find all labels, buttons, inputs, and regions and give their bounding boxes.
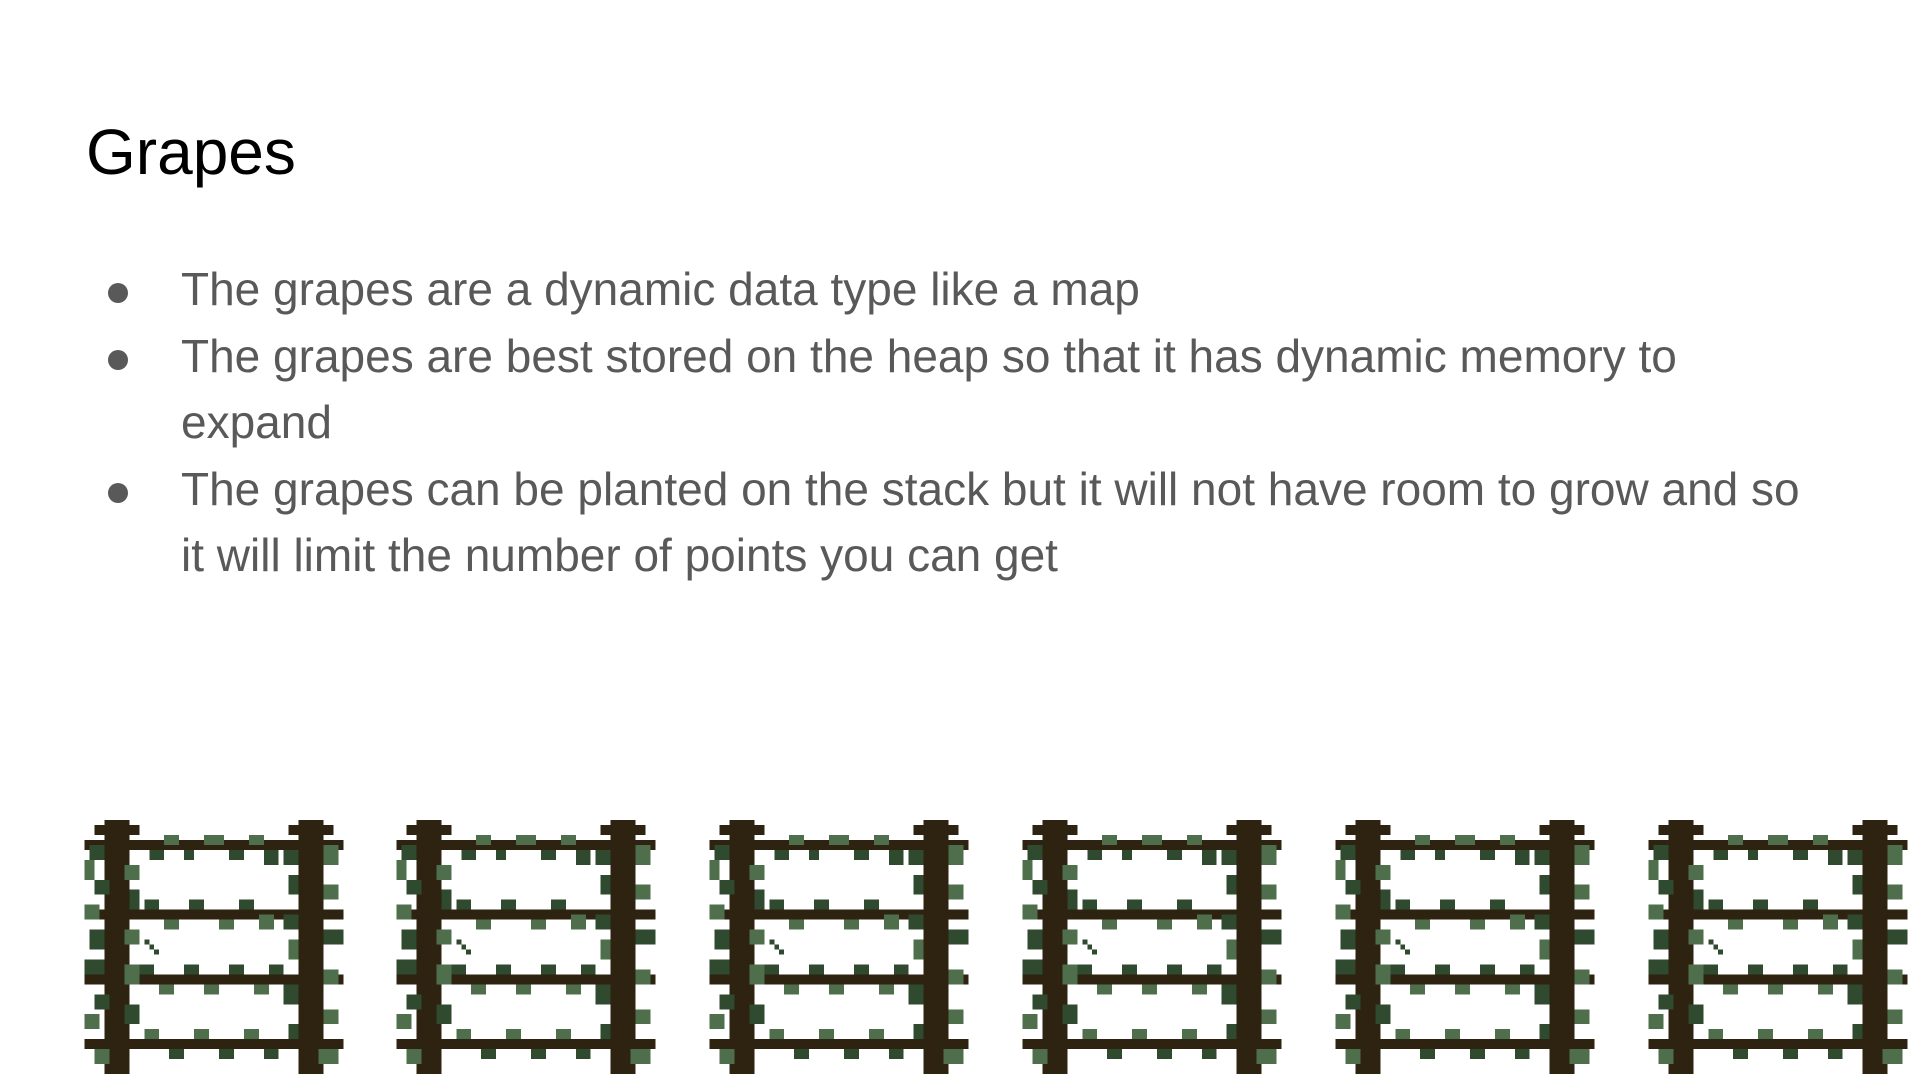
bullet-text: The grapes can be planted on the stack b… — [181, 462, 1800, 582]
grape-trellis-icon — [1022, 820, 1282, 1074]
grape-trellis-graphic — [396, 820, 656, 1074]
bullet-item: The grapes are best stored on the heap s… — [0, 323, 1831, 456]
bullet-dot-icon — [108, 283, 128, 303]
grape-trellis-graphic — [1648, 820, 1908, 1074]
bullet-list: The grapes are a dynamic data type like … — [0, 256, 1919, 589]
grape-trellis-graphic — [84, 820, 344, 1074]
bullet-dot-icon — [108, 349, 128, 370]
grape-trellis-icon — [1335, 820, 1595, 1074]
bullet-item: The grapes can be planted on the stack b… — [0, 456, 1831, 589]
slide: Grapes The grapes are a dynamic data typ… — [0, 0, 1919, 1074]
grape-trellis-row — [0, 820, 1919, 1074]
grape-trellis-icon — [84, 820, 344, 1074]
bullet-text: The grapes are a dynamic data type like … — [181, 263, 1140, 315]
grape-trellis-graphic — [1022, 820, 1282, 1074]
grape-trellis-icon — [709, 820, 969, 1074]
slide-title: Grapes — [86, 116, 296, 188]
bullet-item: The grapes are a dynamic data type like … — [0, 256, 1831, 323]
bullet-dot-icon — [108, 482, 128, 503]
grape-trellis-icon — [396, 820, 656, 1074]
grape-trellis-icon — [1648, 820, 1908, 1074]
grape-trellis-graphic — [1335, 820, 1595, 1074]
bullet-text: The grapes are best stored on the heap s… — [181, 329, 1677, 449]
grape-trellis-graphic — [709, 820, 969, 1074]
